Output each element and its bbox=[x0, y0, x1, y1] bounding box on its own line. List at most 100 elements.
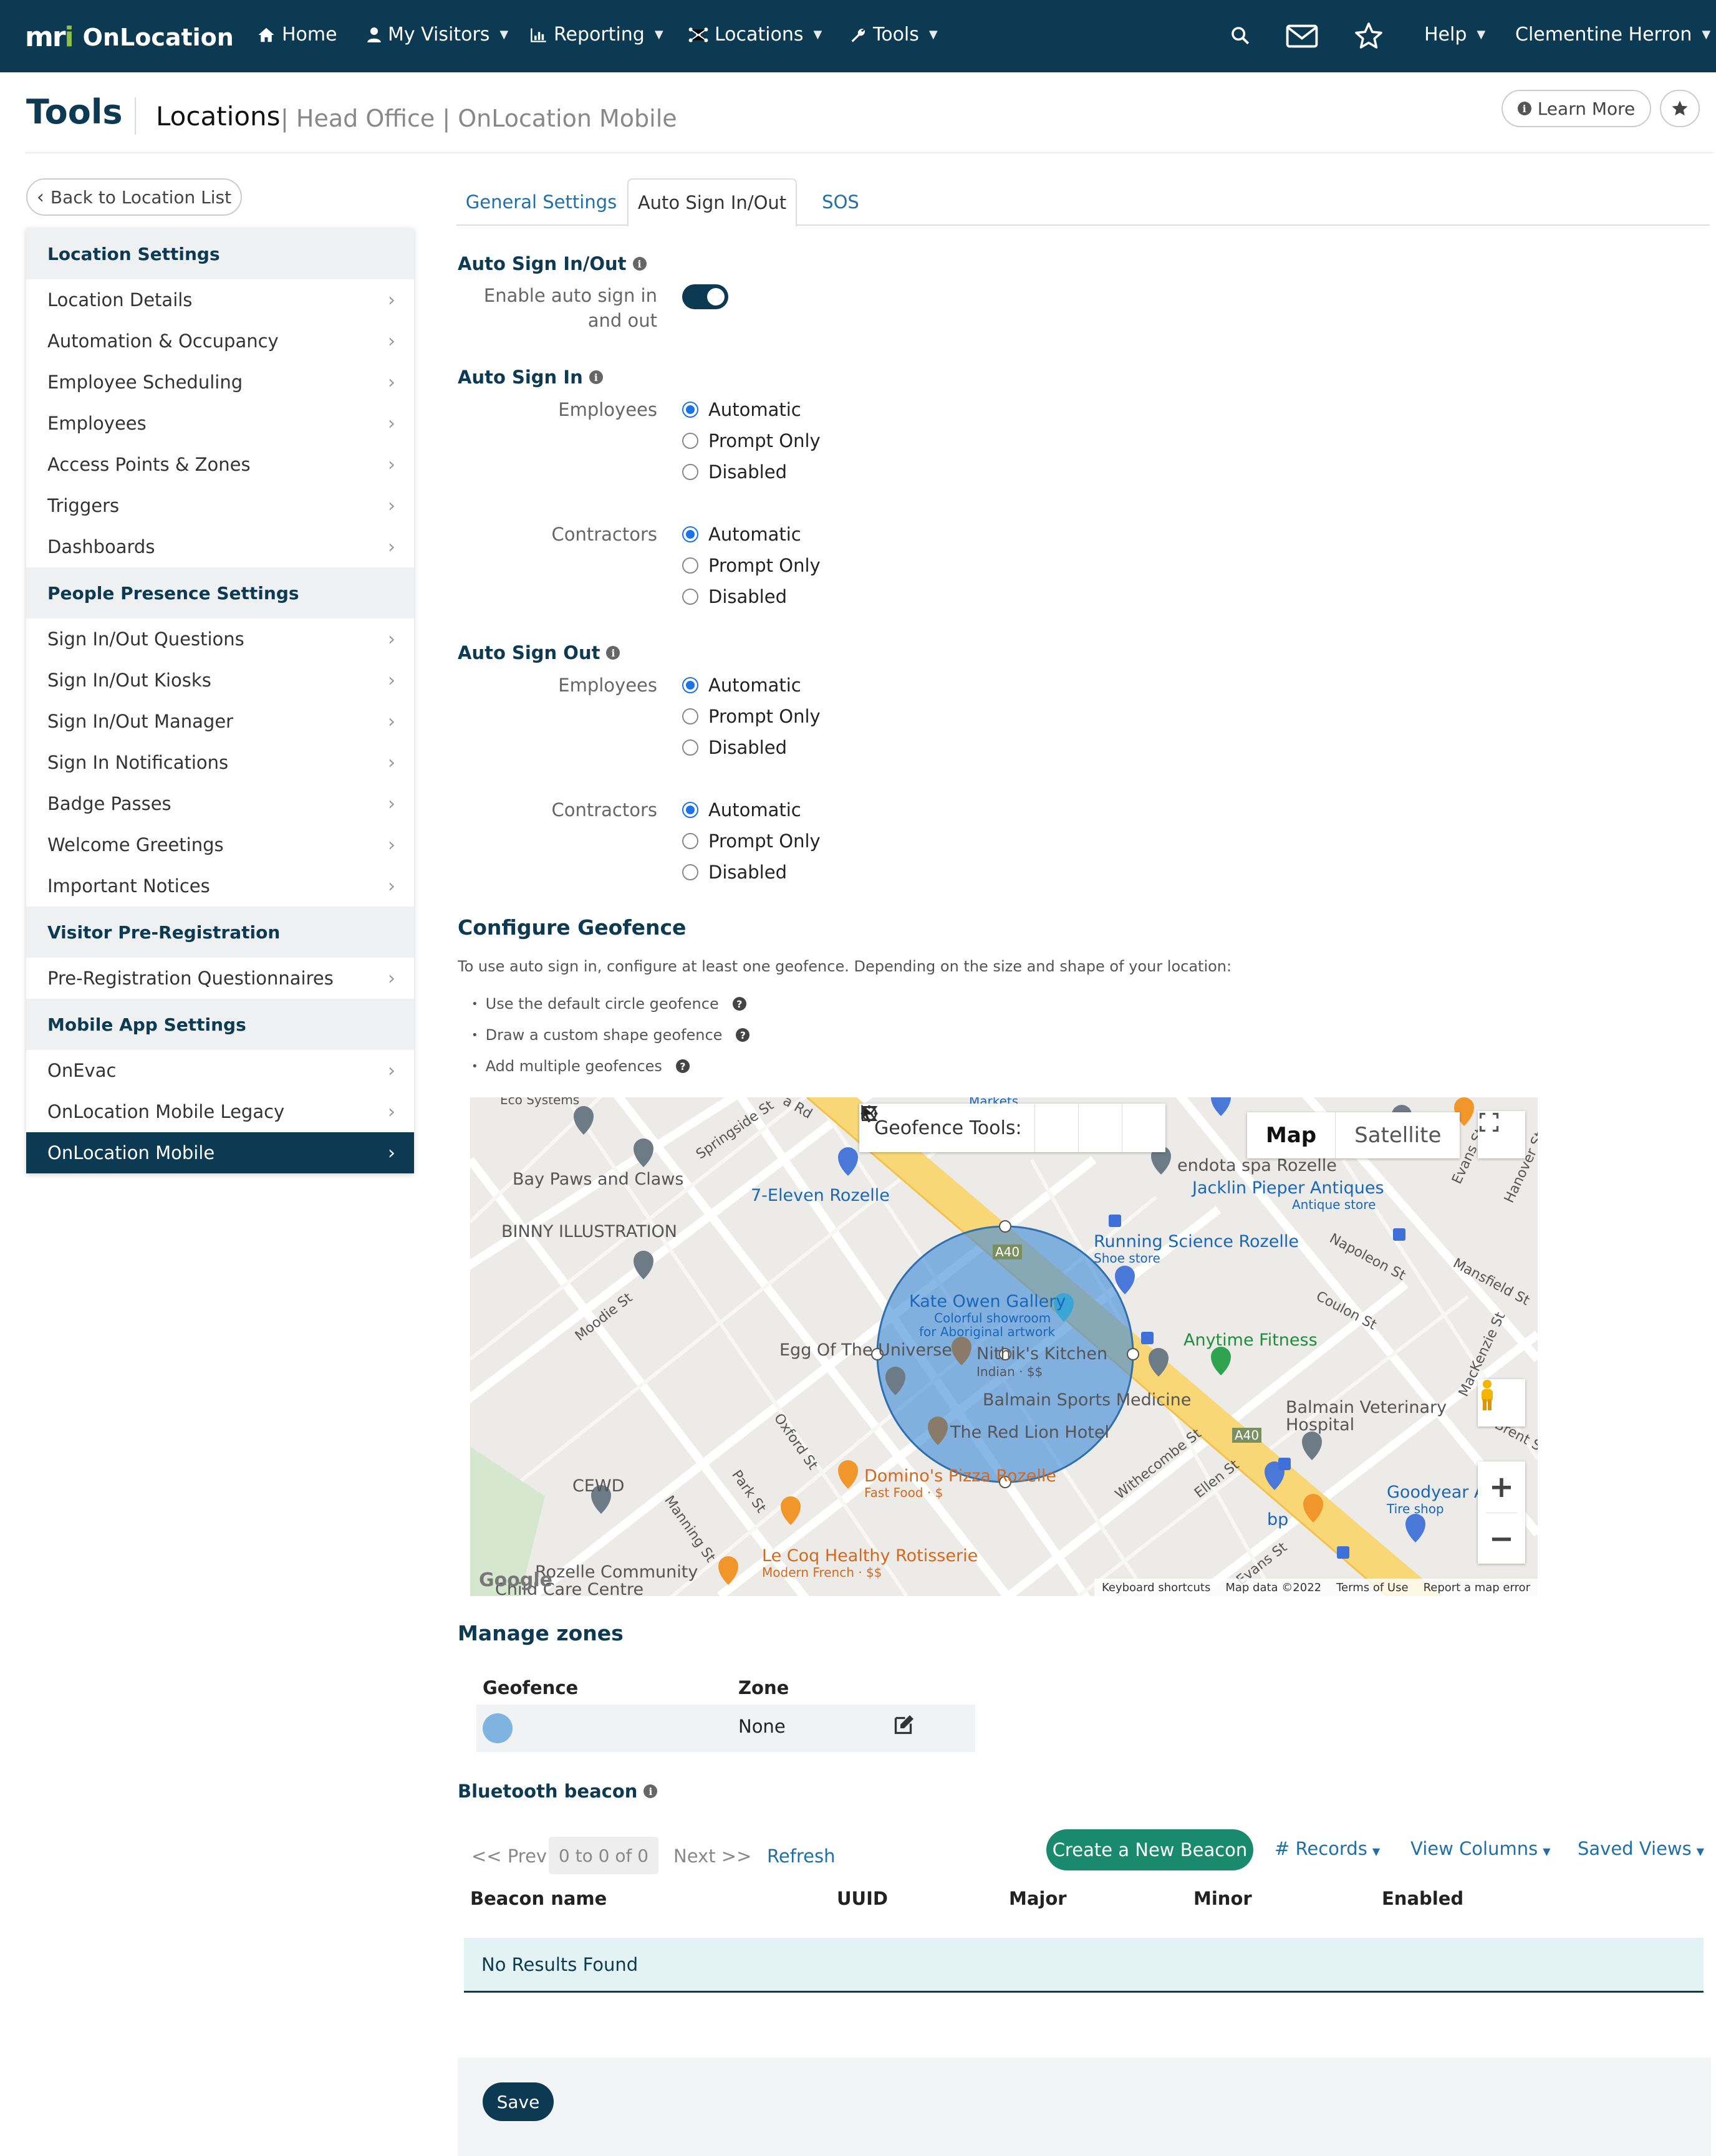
auto-in-employees-automatic-radio[interactable]: Automatic bbox=[682, 399, 801, 420]
tab-general-settings[interactable]: General Settings bbox=[456, 178, 626, 226]
edit-icon[interactable] bbox=[893, 1713, 915, 1736]
zoom-in-button[interactable]: + bbox=[1489, 1461, 1514, 1513]
sidebar-item-automation-occupancy[interactable]: Automation & Occupancy › bbox=[26, 320, 414, 362]
sidebar-item-badge-passes[interactable]: Badge Passes › bbox=[26, 783, 414, 824]
info-icon[interactable]: i bbox=[606, 646, 620, 660]
sidebar-item-onlocation-mobile[interactable]: OnLocation Mobile › bbox=[26, 1132, 414, 1173]
app-logo[interactable]: mri OnLocation bbox=[25, 21, 234, 53]
map-label-goodyear-sub: Tire shop bbox=[1387, 1501, 1444, 1516]
circle-tool-button[interactable] bbox=[860, 1104, 1122, 1152]
refresh-link[interactable]: Refresh bbox=[767, 1846, 836, 1867]
tab-auto-sign-in-out[interactable]: Auto Sign In/Out bbox=[627, 178, 797, 227]
nav-user-menu[interactable]: Clementine Herron ▼ bbox=[1515, 24, 1710, 46]
info-icon[interactable]: i bbox=[632, 257, 647, 271]
view-columns-dropdown[interactable]: View Columns ▼ bbox=[1410, 1838, 1551, 1859]
auto-out-employees-automatic-radio[interactable]: Automatic bbox=[682, 675, 801, 696]
auto-in-contractors-disabled-radio[interactable]: Disabled bbox=[682, 586, 787, 607]
col-beacon-name[interactable]: Beacon name bbox=[470, 1888, 607, 1909]
sidebar-item-employee-scheduling[interactable]: Employee Scheduling › bbox=[26, 362, 414, 403]
auto-in-employees-disabled-radio[interactable]: Disabled bbox=[682, 461, 787, 483]
nav-home[interactable]: Home bbox=[257, 24, 337, 46]
sidebar-item-triggers[interactable]: Triggers › bbox=[26, 485, 414, 526]
breadcrumb-sub: | Head Office | OnLocation Mobile bbox=[281, 105, 677, 132]
geofence-map[interactable]: Eco Systems Bay Paws and Claws BINNY ILL… bbox=[470, 1097, 1538, 1596]
sidebar-item-employees[interactable]: Employees › bbox=[26, 403, 414, 444]
sidebar-item-sign-in-out-kiosks[interactable]: Sign In/Out Kiosks › bbox=[26, 660, 414, 701]
question-icon[interactable]: ? bbox=[732, 997, 746, 1011]
back-to-location-list-button[interactable]: ‹ Back to Location List bbox=[26, 178, 242, 216]
terms-of-use-link[interactable]: Terms of Use bbox=[1336, 1581, 1408, 1594]
map-label-kate-owen-sub2: for Aboriginal artwork bbox=[919, 1324, 1056, 1339]
auto-sign-out-heading: Auto Sign Out i bbox=[458, 642, 620, 663]
col-uuid[interactable]: UUID bbox=[837, 1888, 888, 1909]
question-icon[interactable]: ? bbox=[736, 1028, 750, 1042]
report-map-error-link[interactable]: Report a map error bbox=[1424, 1581, 1530, 1594]
sidebar-item-location-details[interactable]: Location Details › bbox=[26, 279, 414, 320]
sidebar-item-dashboards[interactable]: Dashboards › bbox=[26, 526, 414, 567]
street-view-button[interactable] bbox=[1478, 1379, 1525, 1427]
auto-out-contractors-disabled-radio[interactable]: Disabled bbox=[682, 862, 787, 883]
fullscreen-icon bbox=[1479, 1112, 1499, 1132]
auto-out-employees-disabled-radio[interactable]: Disabled bbox=[682, 737, 787, 758]
chevron-right-icon: › bbox=[388, 792, 395, 815]
star-outline-icon[interactable] bbox=[1353, 21, 1384, 51]
auto-out-contractors-automatic-radio[interactable]: Automatic bbox=[682, 799, 801, 821]
col-enabled[interactable]: Enabled bbox=[1382, 1888, 1463, 1909]
keyboard-shortcuts-link[interactable]: Keyboard shortcuts bbox=[1102, 1581, 1210, 1594]
auto-in-contractors-automatic-radio[interactable]: Automatic bbox=[682, 524, 801, 545]
create-new-beacon-button[interactable]: Create a New Beacon bbox=[1046, 1829, 1253, 1870]
map-type-satellite-button[interactable]: Satellite bbox=[1335, 1112, 1460, 1158]
map-label-running-sub: Shoe store bbox=[1094, 1251, 1160, 1266]
auto-in-employees-prompt-radio[interactable]: Prompt Only bbox=[682, 430, 821, 451]
sidebar-item-sign-in-notifications[interactable]: Sign In Notifications › bbox=[26, 742, 414, 783]
map-label-seven-eleven: 7-Eleven Rozelle bbox=[751, 1186, 890, 1205]
prev-page-button[interactable]: << Prev bbox=[471, 1846, 547, 1867]
col-major[interactable]: Major bbox=[1009, 1888, 1067, 1909]
sidebar-item-access-points-zones[interactable]: Access Points & Zones › bbox=[26, 444, 414, 485]
question-icon[interactable]: ? bbox=[675, 1059, 690, 1073]
sidebar-item-sign-in-out-manager[interactable]: Sign In/Out Manager › bbox=[26, 701, 414, 742]
favorite-button[interactable] bbox=[1660, 90, 1700, 127]
sidebar-item-important-notices[interactable]: Important Notices › bbox=[26, 865, 414, 907]
polygon-tool-button[interactable] bbox=[862, 1104, 1165, 1152]
sidebar-item-onlocation-mobile-legacy[interactable]: OnLocation Mobile Legacy › bbox=[26, 1091, 414, 1132]
enable-auto-sign-toggle[interactable] bbox=[682, 284, 728, 309]
nav-my-visitors[interactable]: My Visitors ▼ bbox=[367, 24, 508, 46]
chevron-right-icon: › bbox=[388, 967, 395, 989]
map-label-vet2: Hospital bbox=[1286, 1415, 1355, 1435]
nav-reporting[interactable]: Reporting ▼ bbox=[530, 24, 663, 46]
map-label-dominos-sub: Fast Food · $ bbox=[864, 1485, 943, 1500]
sidebar-item-sign-in-out-questions[interactable]: Sign In/Out Questions › bbox=[26, 618, 414, 660]
nav-locations[interactable]: Locations ▼ bbox=[688, 24, 822, 46]
search-icon[interactable] bbox=[1230, 25, 1251, 46]
zoom-out-button[interactable]: − bbox=[1486, 1513, 1517, 1564]
save-button[interactable]: Save bbox=[483, 2082, 554, 2121]
tab-sos[interactable]: SOS bbox=[803, 178, 878, 226]
auto-in-employees-label: Employees bbox=[558, 399, 657, 420]
pointer-tool-button[interactable] bbox=[861, 1104, 1078, 1152]
records-dropdown[interactable]: # Records ▼ bbox=[1275, 1838, 1380, 1859]
fullscreen-button[interactable] bbox=[1478, 1111, 1525, 1158]
breadcrumb-locations[interactable]: Locations bbox=[156, 101, 281, 132]
geofence-swatch bbox=[483, 1713, 513, 1743]
nav-help[interactable]: Help ▼ bbox=[1424, 24, 1485, 46]
col-minor[interactable]: Minor bbox=[1193, 1888, 1252, 1909]
info-icon[interactable]: i bbox=[644, 1784, 658, 1798]
home-icon bbox=[258, 27, 274, 42]
sidebar-item-preregistration-questionnaires[interactable]: Pre-Registration Questionnaires › bbox=[26, 958, 414, 999]
saved-views-dropdown[interactable]: Saved Views ▼ bbox=[1578, 1838, 1704, 1859]
google-logo[interactable]: Google bbox=[479, 1569, 552, 1591]
map-label-nithik-sub: Indian · $$ bbox=[976, 1364, 1043, 1379]
nav-tools[interactable]: Tools ▼ bbox=[849, 24, 938, 46]
learn-more-button[interactable]: i Learn More bbox=[1502, 90, 1651, 127]
info-icon[interactable]: i bbox=[589, 370, 603, 384]
map-type-map-button[interactable]: Map bbox=[1247, 1112, 1335, 1158]
sidebar-item-welcome-greetings[interactable]: Welcome Greetings › bbox=[26, 824, 414, 865]
configure-geofence-heading: Configure Geofence bbox=[458, 915, 687, 940]
auto-out-contractors-prompt-radio[interactable]: Prompt Only bbox=[682, 830, 821, 852]
next-page-button[interactable]: Next >> bbox=[673, 1846, 751, 1867]
mail-icon[interactable] bbox=[1286, 24, 1318, 49]
sidebar-item-onevac[interactable]: OnEvac › bbox=[26, 1050, 414, 1091]
auto-in-contractors-prompt-radio[interactable]: Prompt Only bbox=[682, 555, 821, 576]
auto-out-employees-prompt-radio[interactable]: Prompt Only bbox=[682, 706, 821, 727]
